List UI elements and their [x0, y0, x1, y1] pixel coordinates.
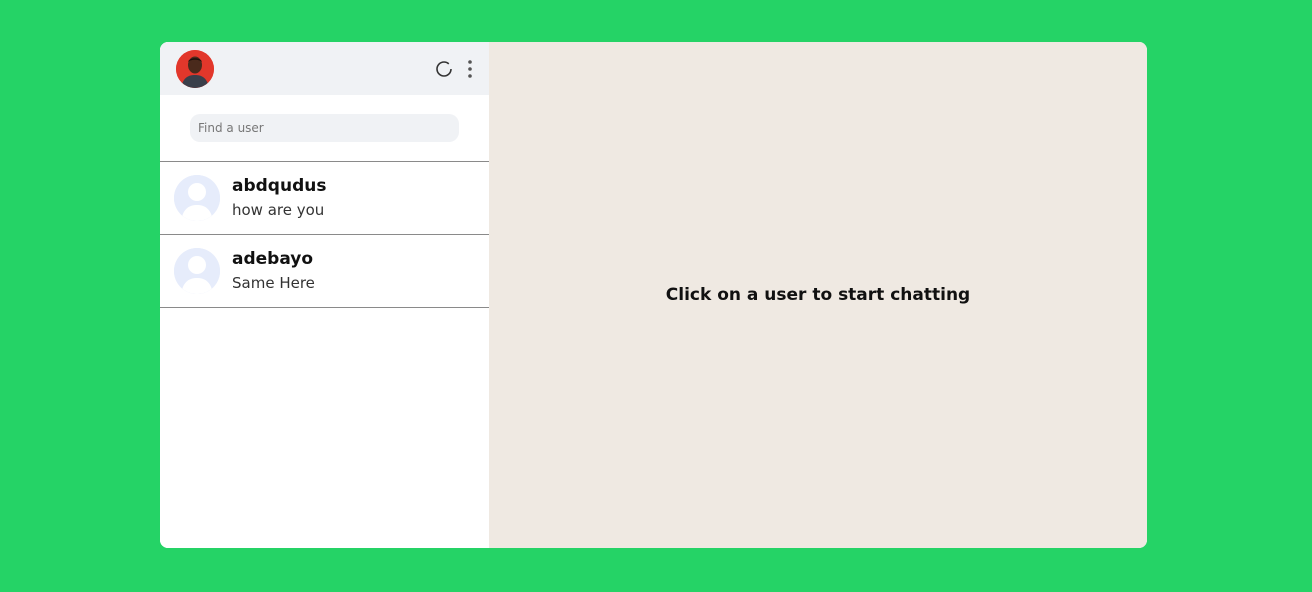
search-input[interactable]	[190, 114, 459, 142]
header-actions	[435, 59, 473, 79]
conversation-text: abdqudus how are you	[232, 175, 326, 221]
avatar[interactable]	[176, 49, 214, 88]
conversation-last-message: how are you	[232, 201, 325, 219]
vertical-dots-icon[interactable]	[467, 59, 473, 79]
conversation-name: adebayo	[232, 249, 314, 269]
search-container	[160, 95, 489, 161]
sidebar: abdqudus how are you adebayo Same Here	[160, 42, 489, 548]
circle-refresh-icon[interactable]	[435, 60, 453, 78]
user-profile-photo	[176, 49, 214, 88]
default-avatar-icon	[174, 248, 220, 294]
sidebar-header	[160, 42, 489, 95]
chat-app-window: abdqudus how are you adebayo Same Here	[160, 42, 1147, 548]
conversation-text: adebayo Same Here	[232, 248, 315, 294]
conversation-last-message: Same Here	[232, 274, 315, 292]
list-item[interactable]: abdqudus how are you	[160, 162, 489, 235]
default-avatar-icon	[174, 175, 220, 221]
chat-main-area: Click on a user to start chatting	[489, 42, 1147, 548]
empty-state-message: Click on a user to start chatting	[665, 285, 971, 305]
conversation-list: abdqudus how are you adebayo Same Here	[160, 161, 489, 308]
conversation-name: abdqudus	[232, 176, 327, 196]
list-item[interactable]: adebayo Same Here	[160, 235, 489, 308]
